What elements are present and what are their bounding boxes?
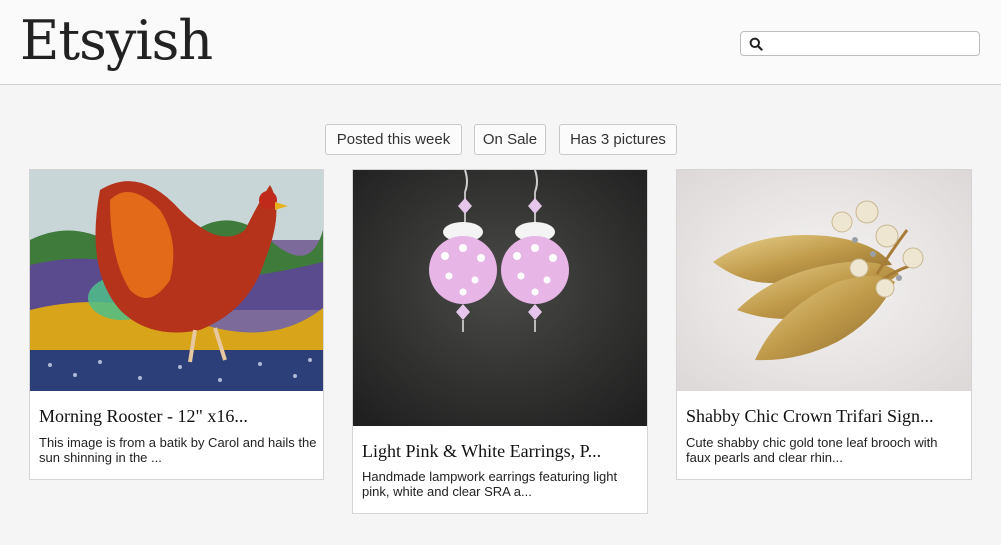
filter-on-sale[interactable]: On Sale bbox=[474, 124, 546, 155]
filter-bar: Posted this week On Sale Has 3 pictures bbox=[0, 124, 1001, 156]
listing-image[interactable] bbox=[30, 170, 323, 391]
listing-description: Handmade lampwork earrings featuring lig… bbox=[362, 469, 618, 499]
site-logo[interactable]: Etsyish bbox=[20, 6, 213, 76]
filter-has-3-pictures[interactable]: Has 3 pictures bbox=[559, 124, 677, 155]
listing-title[interactable]: Shabby Chic Crown Trifari Sign... bbox=[686, 406, 934, 427]
filter-posted-this-week[interactable]: Posted this week bbox=[325, 124, 462, 155]
search-icon[interactable] bbox=[749, 37, 763, 51]
listing-card[interactable]: Shabby Chic Crown Trifari Sign... Cute s… bbox=[676, 169, 972, 480]
listing-description: Cute shabby chic gold tone leaf brooch w… bbox=[686, 435, 938, 465]
listing-title[interactable]: Light Pink & White Earrings, P... bbox=[362, 441, 601, 462]
listing-title[interactable]: Morning Rooster - 12" x16... bbox=[39, 406, 248, 427]
listing-card[interactable]: Light Pink & White Earrings, P... Handma… bbox=[352, 169, 648, 514]
listing-card[interactable]: Morning Rooster - 12" x16... This image … bbox=[29, 169, 324, 480]
listing-description: This image is from a batik by Carol and … bbox=[39, 435, 317, 465]
search-box[interactable] bbox=[740, 31, 980, 56]
site-header: Etsyish bbox=[0, 0, 1001, 85]
listing-image[interactable] bbox=[353, 170, 647, 426]
listing-image[interactable] bbox=[677, 170, 971, 391]
search-input[interactable] bbox=[769, 34, 978, 55]
